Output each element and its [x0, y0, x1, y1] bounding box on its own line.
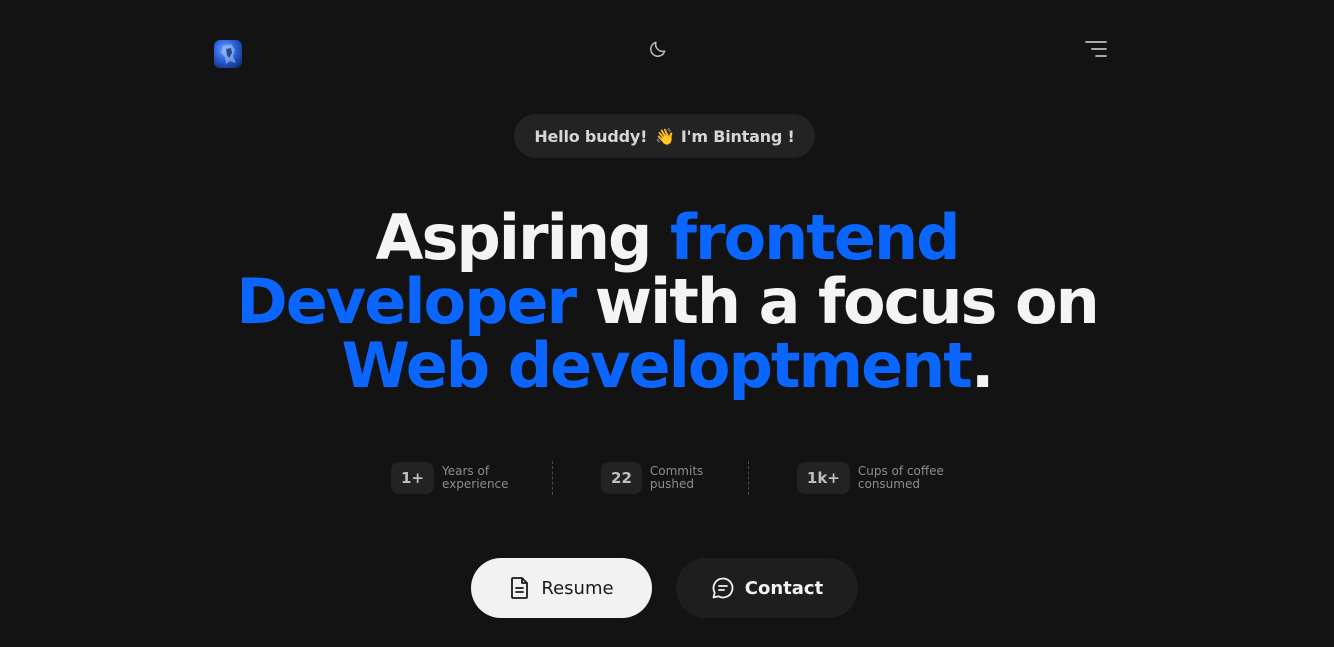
wave-emoji: 👋: [655, 126, 675, 146]
logo-avatar[interactable]: [214, 40, 242, 68]
stat-experience: 1+ Years of experience: [391, 462, 552, 494]
stat-commits: 22 Commits pushed: [601, 462, 748, 494]
menu-icon: [1085, 41, 1107, 57]
headline-accent: Developer: [236, 265, 577, 338]
menu-button[interactable]: [1084, 38, 1108, 60]
greeting-name: I'm Bintang !: [680, 126, 795, 146]
contact-label: Contact: [744, 577, 824, 599]
headline-line-1: Aspiring frontend: [0, 206, 1334, 270]
headline-text: Aspiring: [375, 201, 670, 274]
contact-button[interactable]: Contact: [676, 558, 858, 618]
stat-divider: [747, 461, 749, 495]
resume-label: Resume: [541, 577, 614, 599]
headline-line-2: Developer with a focus on: [0, 270, 1334, 334]
headline-accent: Web developtment: [341, 329, 973, 402]
page: Hello buddy! 👋 I'm Bintang ! Aspiring fr…: [0, 0, 1334, 647]
stat-value: 1k+: [796, 462, 850, 494]
stat-coffee: 1k+ Cups of coffee consumed: [796, 462, 958, 494]
stat-value: 22: [601, 462, 642, 494]
headline-period: .: [970, 329, 995, 402]
document-icon: [511, 577, 529, 599]
stat-label: Commits pushed: [650, 465, 748, 491]
theme-toggle-button[interactable]: [647, 38, 669, 60]
resume-button[interactable]: Resume: [471, 558, 652, 618]
chat-bubble-icon: [712, 577, 734, 599]
headline-text: with a focus on: [575, 265, 1100, 338]
stat-label-line: experience: [442, 477, 509, 491]
stat-label-line: pushed: [649, 477, 694, 491]
greeting-text: Hello buddy!: [534, 126, 648, 146]
greeting-badge: Hello buddy! 👋 I'm Bintang !: [514, 114, 815, 158]
headline-line-3: Web developtment.: [0, 334, 1334, 398]
avatar-logo-icon: [221, 44, 236, 64]
stat-label-line: consumed: [857, 477, 920, 491]
stats-row: 1+ Years of experience 22 Commits pushed…: [391, 461, 944, 495]
stat-label: Years of experience: [442, 465, 552, 491]
stat-divider: [552, 461, 554, 495]
stat-label: Cups of coffee consumed: [858, 465, 958, 491]
headline-accent: frontend: [669, 201, 960, 274]
moon-icon: [650, 41, 666, 57]
hero-headline: Aspiring frontend Developer with a focus…: [0, 206, 1334, 398]
stat-value: 1+: [391, 462, 435, 494]
